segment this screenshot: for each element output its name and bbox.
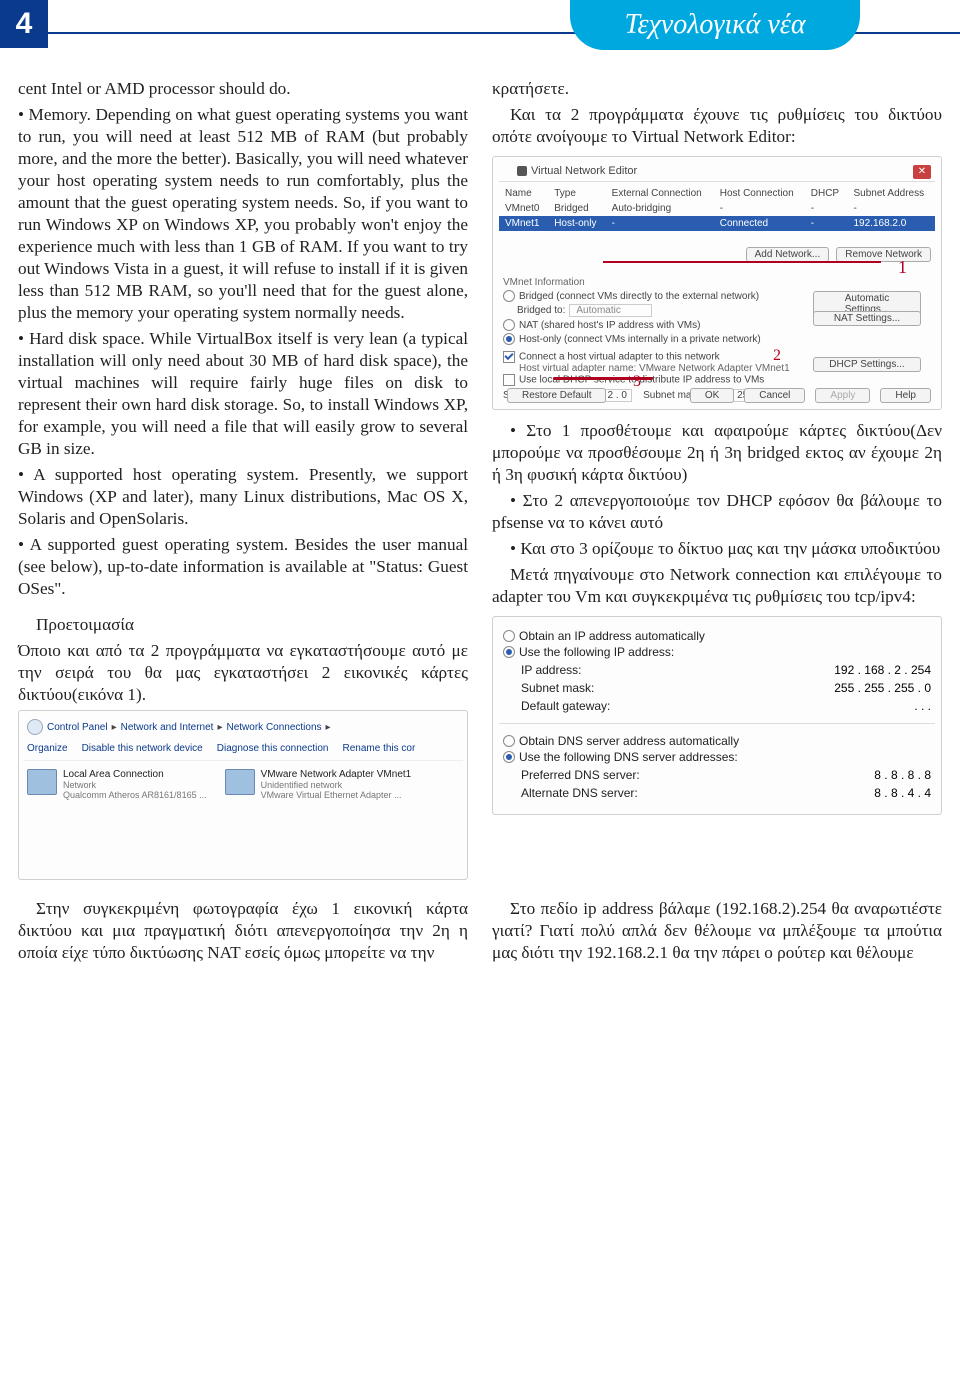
close-icon[interactable]: ✕	[913, 165, 931, 179]
adapter-title: VMware Network Adapter VMnet1	[261, 769, 412, 780]
gateway-label: Default gateway:	[521, 699, 610, 713]
radio-use-ip[interactable]: Use the following IP address:	[503, 645, 931, 659]
bridged-select[interactable]: Automatic	[569, 304, 651, 317]
breadcrumb: Control Panel▸ Network and Internet▸ Net…	[23, 715, 463, 739]
table-row[interactable]: VMnet1Host-only-Connected-192.168.2.0	[499, 216, 935, 231]
radio-obtain-dns[interactable]: Obtain DNS server address automatically	[503, 734, 931, 748]
body-text: • A supported host operating system. Pre…	[18, 464, 468, 530]
body-text: • A supported guest operating system. Be…	[18, 534, 468, 600]
dhcp-settings-button[interactable]: DHCP Settings...	[813, 357, 921, 372]
help-button[interactable]: Help	[880, 388, 931, 403]
page-number: 4	[0, 0, 48, 48]
adapter-sub: Network	[63, 780, 207, 790]
adapter-sub: Qualcomm Atheros AR8161/8165 ...	[63, 790, 207, 800]
ipv4-settings-screenshot: Obtain an IP address automatically Use t…	[492, 616, 942, 815]
body-text: cent Intel or AMD processor should do.	[18, 78, 468, 100]
app-icon	[517, 166, 527, 176]
body-text: Στην συγκεκριμένη φωτογραφία έχω 1 εικον…	[18, 898, 468, 964]
adapter-sub: Unidentified network	[261, 780, 412, 790]
ok-button[interactable]: OK	[690, 388, 734, 403]
toolbar-rename[interactable]: Rename this cor	[343, 743, 416, 754]
vne-table: NameTypeExternal ConnectionHost Connecti…	[499, 186, 935, 231]
pref-dns-label: Preferred DNS server:	[521, 768, 640, 782]
adapter-title: Local Area Connection	[63, 769, 207, 780]
apply-button[interactable]: Apply	[815, 388, 870, 403]
body-text: Και τα 2 προγράμματα έχουνε τις ρυθμίσει…	[492, 104, 942, 148]
banner-text-b: λογικά νέα	[687, 9, 805, 40]
annotation-underline	[603, 261, 881, 263]
pref-dns-value[interactable]: 8 . 8 . 8 . 8	[874, 768, 931, 782]
table-header: NameTypeExternal ConnectionHost Connecti…	[499, 186, 935, 201]
ip-address-label: IP address:	[521, 663, 581, 677]
body-text: • Στο 2 απενεργοποιούμε τον DHCP εφόσον …	[492, 490, 942, 534]
toolbar-disable[interactable]: Disable this network device	[82, 743, 203, 754]
restore-default-button[interactable]: Restore Default	[507, 388, 606, 403]
toolbar-organize[interactable]: Organize	[27, 743, 68, 754]
add-network-button[interactable]: Add Network...	[746, 247, 830, 262]
subnet-mask-value[interactable]: 255 . 255 . 255 . 0	[834, 681, 931, 695]
breadcrumb-item[interactable]: Network Connections	[226, 722, 321, 733]
alt-dns-label: Alternate DNS server:	[521, 786, 638, 800]
network-adapter-icon	[225, 769, 255, 795]
banner-text-a: Τεχνο	[624, 9, 687, 40]
subnet-mask-label: Subnet mask:	[521, 681, 594, 695]
left-column: cent Intel or AMD processor should do. •…	[18, 78, 468, 880]
body-text: Όποιο και από τα 2 προγράμματα να εγκατα…	[18, 640, 468, 706]
window-title: Virtual Network Editor ✕	[499, 163, 935, 182]
table-row[interactable]: VMnet0BridgedAuto-bridging---	[499, 201, 935, 216]
cancel-button[interactable]: Cancel	[744, 388, 805, 403]
body-text: Προετοιμασία	[18, 614, 468, 636]
checkbox-dhcp[interactable]: Use local DHCP service to distribute IP …	[503, 374, 931, 386]
annotation-2: 2	[773, 347, 781, 365]
body-text: κρατήσετε.	[492, 78, 942, 100]
adapter-item[interactable]: Local Area Connection Network Qualcomm A…	[27, 769, 207, 800]
annotation-1: 1	[898, 257, 907, 278]
ip-address-value[interactable]: 192 . 168 . 2 . 254	[834, 663, 931, 677]
right-column-bottom: Στο πεδίο ip address βάλαμε (192.168.2).…	[492, 898, 942, 968]
section-label: VMnet Information	[503, 277, 931, 288]
breadcrumb-item[interactable]: Control Panel	[47, 722, 108, 733]
right-column: κρατήσετε. Και τα 2 προγράμματα έχουνε τ…	[492, 78, 942, 880]
body-text: • Και στο 3 ορίζουμε το δίκτυο μας και τ…	[492, 538, 942, 560]
network-adapter-icon	[27, 769, 57, 795]
breadcrumb-item[interactable]: Network and Internet	[121, 722, 214, 733]
body-text: Μετά πηγαίνουμε στο Network connection κ…	[492, 564, 942, 608]
remove-network-button[interactable]: Remove Network	[836, 247, 931, 262]
body-text: • Memory. Depending on what guest operat…	[18, 104, 468, 324]
vne-screenshot: Virtual Network Editor ✕ NameTypeExterna…	[492, 156, 942, 410]
section-banner: Τεχνολογικά νέα	[570, 0, 860, 50]
toolbar-diagnose[interactable]: Diagnose this connection	[217, 743, 329, 754]
radio-hostonly[interactable]: Host-only (connect VMs internally in a p…	[503, 333, 931, 345]
network-connections-screenshot: Control Panel▸ Network and Internet▸ Net…	[18, 710, 468, 880]
adapter-item[interactable]: VMware Network Adapter VMnet1 Unidentifi…	[225, 769, 412, 800]
radio-use-dns[interactable]: Use the following DNS server addresses:	[503, 750, 931, 764]
nat-settings-button[interactable]: NAT Settings...	[813, 311, 921, 326]
body-text: • Στο 1 προσθέτουμε και αφαιρούμε κάρτες…	[492, 420, 942, 486]
nav-back-icon[interactable]	[27, 719, 43, 735]
alt-dns-value[interactable]: 8 . 8 . 4 . 4	[874, 786, 931, 800]
body-text: • Hard disk space. While VirtualBox itse…	[18, 328, 468, 460]
gateway-value[interactable]: . . .	[914, 699, 931, 713]
radio-obtain-ip[interactable]: Obtain an IP address automatically	[503, 629, 931, 643]
left-column-bottom: Στην συγκεκριμένη φωτογραφία έχω 1 εικον…	[18, 898, 468, 968]
body-text: Στο πεδίο ip address βάλαμε (192.168.2).…	[492, 898, 942, 964]
page-header: 4 Τεχνολογικά νέα	[0, 0, 960, 68]
adapter-sub: VMware Virtual Ethernet Adapter ...	[261, 790, 412, 800]
